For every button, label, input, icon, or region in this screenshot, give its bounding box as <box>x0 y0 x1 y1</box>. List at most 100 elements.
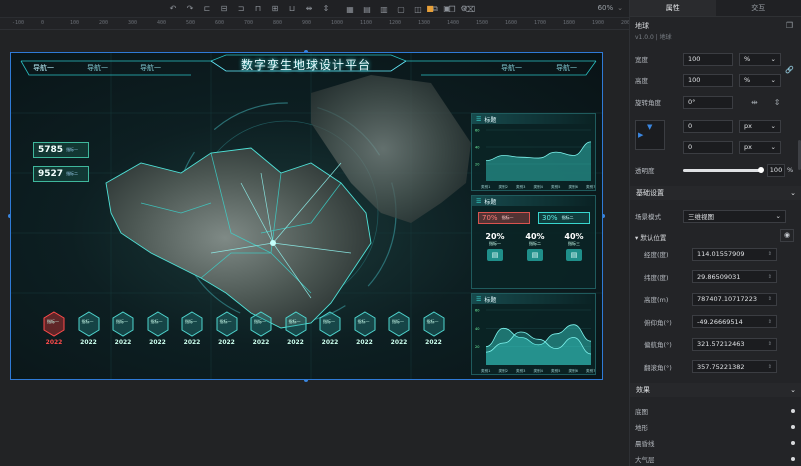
align-top-icon[interactable]: ⊓ <box>253 4 263 13</box>
x-tick-label: 类别7 <box>586 368 595 373</box>
indicator-item[interactable]: 指标一 2022 <box>42 311 66 346</box>
nav-item-2[interactable]: 导航一 <box>87 63 108 73</box>
preview-icon[interactable]: ■ <box>425 4 435 13</box>
indicator-item[interactable]: 指标一 2022 <box>284 311 308 346</box>
opacity-label: 透明度 <box>635 167 655 175</box>
indicator-item[interactable]: 指标一 2022 <box>353 311 377 346</box>
opacity-slider-thumb[interactable] <box>758 166 764 173</box>
editor-toolbar: ↶ ↷ ⊏ ⊟ ⊐ ⊓ ⊞ ⊔ ⇹ ⇕ ▦ ▤ ▥ ▢ ◫ ⧉ ❐ ⌫ ■ ▣ … <box>0 0 629 18</box>
field-number-input[interactable]: 787407.10717223 ⇕ <box>692 292 777 306</box>
effect-toggle-row[interactable]: 晨昏线 <box>635 437 795 449</box>
indicator-item[interactable]: 指标一 2022 <box>77 311 101 346</box>
copy-icon[interactable]: ❐ <box>786 21 793 30</box>
indicator-item[interactable]: 指标一 2022 <box>249 311 273 346</box>
field-label: 纬度(度) <box>644 273 669 282</box>
stepper-icon[interactable]: ⇕ <box>768 364 772 370</box>
effects-section[interactable]: 效果 ⌄ <box>630 383 801 397</box>
align-center-icon[interactable]: ⊟ <box>219 4 229 13</box>
indicator-item[interactable]: 指标一 2022 <box>422 311 446 346</box>
undo-icon[interactable]: ↶ <box>168 4 178 13</box>
toggle-dot-icon[interactable] <box>791 409 795 413</box>
nav-item-5[interactable]: 导航一 <box>556 63 577 73</box>
toggle-dot-icon[interactable] <box>791 441 795 445</box>
align-middle-icon[interactable]: ⊞ <box>270 4 280 13</box>
anchor-selector[interactable]: ▼ ▶ <box>635 120 665 150</box>
default-position-header[interactable]: ▾ 默认位置 <box>635 232 666 242</box>
x-tick-label: 类别3 <box>516 368 525 373</box>
flip-vertical-icon[interactable]: ⇕ <box>774 98 781 107</box>
effect-toggle-row[interactable]: 地形 <box>635 421 795 433</box>
indicator-item[interactable]: 指标一 2022 <box>318 311 342 346</box>
distribute-h-icon[interactable]: ⇹ <box>304 4 314 13</box>
align-left-icon[interactable]: ⊏ <box>202 4 212 13</box>
grid-icon[interactable]: ▦ <box>345 5 355 14</box>
nav-item-4[interactable]: 导航一 <box>501 63 522 73</box>
camera-icon[interactable]: ◉ <box>780 229 794 242</box>
width-unit-select[interactable]: % ⌄ <box>739 52 781 66</box>
align-bottom-icon[interactable]: ⊔ <box>287 4 297 13</box>
stepper-icon[interactable]: ⇕ <box>768 296 772 302</box>
opacity-slider[interactable] <box>683 166 764 173</box>
field-label: 偏航角(°) <box>644 341 672 349</box>
toggle-dot-icon[interactable] <box>791 457 795 461</box>
opacity-input[interactable]: 100 <box>767 163 785 177</box>
nav-item-3[interactable]: 导航一 <box>140 63 161 73</box>
align-right-icon[interactable]: ⊐ <box>236 4 246 13</box>
toggle-dot-icon[interactable] <box>791 425 795 429</box>
chevron-down-icon: ⌄ <box>617 4 623 12</box>
effect-toggle-row[interactable]: 大气层 <box>635 453 795 465</box>
indicator-item[interactable]: 指标一 2022 <box>215 311 239 346</box>
nav-item-1[interactable]: 导航一 <box>33 63 54 73</box>
layer-up-icon[interactable]: ▤ <box>362 5 372 14</box>
effect-toggle-row[interactable]: 底图 <box>635 405 795 417</box>
tab-properties[interactable]: 属性 <box>630 0 716 16</box>
field-number-input[interactable]: 321.57212463 ⇕ <box>692 337 777 351</box>
flip-horizontal-icon[interactable]: ⇹ <box>751 98 758 107</box>
canvas-area[interactable]: 数字孪生地球设计平台 导航一 导航一 导航一 导航一 导航一 5785 指标一 … <box>0 30 629 466</box>
pos-x-unit-select[interactable]: px ⌄ <box>739 119 781 133</box>
stepper-icon[interactable]: ⇕ <box>768 251 772 257</box>
ratio-label: 指标一 <box>501 215 514 220</box>
indicator-item[interactable]: 指标一 2022 <box>387 311 411 346</box>
field-number-input[interactable]: 29.86509031 ⇕ <box>692 270 777 283</box>
pos-y-unit-select[interactable]: px ⌄ <box>739 140 781 154</box>
scene-mode-label: 场景模式 <box>635 213 661 221</box>
indicator-item[interactable]: 指标一 2022 <box>111 311 135 346</box>
redo-icon[interactable]: ↷ <box>185 4 195 13</box>
fullscreen-icon[interactable]: ▣ <box>442 4 452 13</box>
tab-interaction[interactable]: 交互 <box>716 0 801 16</box>
chevron-down-icon: ⌄ <box>770 143 776 151</box>
basic-settings-section[interactable]: 基础设置 ⌄ <box>630 186 801 200</box>
metric-card-2: 9527 指标二 <box>33 166 89 182</box>
stats-panel: ☰ 标题 70% 指标一 30% 指标二 20% 指标一 ▤ 40% 指标二 ▤… <box>471 195 596 289</box>
stat-value: 20% <box>485 232 505 241</box>
height-unit-select[interactable]: % ⌄ <box>739 73 781 87</box>
rotation-input[interactable]: 0° <box>683 95 733 109</box>
ruler-mark: 1300 <box>418 20 431 26</box>
field-number-input[interactable]: -49.26669514 ⇕ <box>692 315 777 328</box>
pos-y-input[interactable]: 0 <box>683 140 733 154</box>
lock-icon[interactable]: ▢ <box>396 5 406 14</box>
indicator-item[interactable]: 指标一 2022 <box>146 311 170 346</box>
lock-ratio-icon[interactable]: 🔗 <box>785 66 794 74</box>
stepper-icon[interactable]: ⇕ <box>768 341 772 347</box>
distribute-v-icon[interactable]: ⇕ <box>321 4 331 13</box>
indicator-item[interactable]: 指标一 2022 <box>180 311 204 346</box>
zoom-select[interactable]: 60% ⌄ <box>598 4 623 12</box>
height-input[interactable]: 100 <box>683 73 733 87</box>
field-number-input[interactable]: 114.01557909 ⇕ <box>692 247 777 261</box>
layer-down-icon[interactable]: ▥ <box>379 5 389 14</box>
position-field-row: 高度(m) 787407.10717223 ⇕ <box>644 292 801 306</box>
panel-title: 标题 <box>484 198 497 206</box>
settings-icon[interactable]: ⚙ <box>459 4 469 13</box>
indicator-year: 2022 <box>45 339 63 346</box>
scene-mode-row: 场景模式 三维视图 ⌄ <box>635 209 795 223</box>
stepper-icon[interactable]: ⇕ <box>768 319 772 325</box>
pos-x-input[interactable]: 0 <box>683 119 733 133</box>
width-input[interactable]: 100 <box>683 52 733 66</box>
scene-mode-select[interactable]: 三维视图 ⌄ <box>683 209 786 223</box>
group-icon[interactable]: ◫ <box>413 5 423 14</box>
stepper-icon[interactable]: ⇕ <box>768 274 772 280</box>
dashboard-preview[interactable]: 数字孪生地球设计平台 导航一 导航一 导航一 导航一 导航一 5785 指标一 … <box>10 52 603 380</box>
field-number-input[interactable]: 357.75221382 ⇕ <box>692 360 777 373</box>
